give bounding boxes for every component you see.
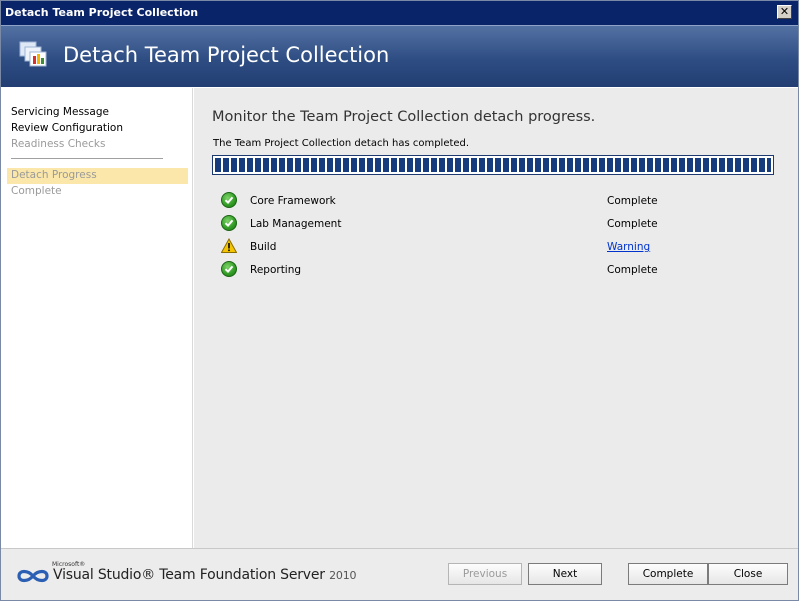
previous-button[interactable]: Previous [448, 563, 522, 585]
task-name: Core Framework [250, 195, 336, 207]
nav-step-readiness-checks: Readiness Checks [11, 138, 106, 150]
close-button[interactable]: Close [708, 563, 788, 585]
task-name: Lab Management [250, 218, 342, 230]
status-message: The Team Project Collection detach has c… [213, 138, 470, 149]
nav-step-detach-progress: Detach Progress [11, 169, 97, 181]
task-row: Lab Management Complete [221, 215, 721, 233]
brand-version: 2010 [329, 569, 357, 582]
wizard-banner: Detach Team Project Collection [1, 25, 798, 87]
section-heading: Monitor the Team Project Collection deta… [212, 109, 596, 125]
next-button[interactable]: Next [528, 563, 602, 585]
window-title: Detach Team Project Collection [5, 6, 199, 19]
success-check-icon [221, 215, 237, 231]
detach-wizard-window: Detach Team Project Collection ✕ Detach … [0, 0, 799, 601]
nav-divider [11, 158, 163, 159]
wizard-steps-nav: Servicing Message Review Configuration R… [1, 88, 193, 548]
task-result: Complete [607, 195, 658, 207]
nav-step-review-configuration[interactable]: Review Configuration [11, 122, 123, 134]
complete-button[interactable]: Complete [628, 563, 708, 585]
brand-name: Visual Studio® Team Foundation Server 20… [53, 567, 357, 583]
task-result: Complete [607, 264, 658, 276]
task-row: Reporting Complete [221, 261, 721, 279]
nav-step-servicing-message[interactable]: Servicing Message [11, 106, 109, 118]
success-check-icon [221, 261, 237, 277]
product-brand: Microsoft® Visual Studio® Team Foundatio… [15, 561, 357, 587]
task-result: Complete [607, 218, 658, 230]
task-row: Core Framework Complete [221, 192, 721, 210]
visual-studio-logo-icon [17, 569, 49, 583]
warning-details-link[interactable]: Warning [607, 241, 650, 253]
progress-bar-fill [215, 158, 771, 172]
close-window-button[interactable]: ✕ [777, 5, 792, 19]
wizard-footer: Microsoft® Visual Studio® Team Foundatio… [1, 548, 798, 600]
page-title: Detach Team Project Collection [63, 43, 390, 67]
team-project-collection-icon [19, 41, 47, 67]
brand-product: Visual Studio® Team Foundation Server [53, 567, 325, 583]
success-check-icon [221, 192, 237, 208]
task-name: Reporting [250, 264, 302, 276]
task-row: Build Warning [221, 238, 721, 256]
title-bar[interactable]: Detach Team Project Collection ✕ [1, 1, 798, 25]
progress-bar [212, 155, 774, 175]
nav-step-complete: Complete [11, 185, 62, 197]
content-panel: Monitor the Team Project Collection deta… [194, 88, 798, 548]
warning-icon [221, 238, 237, 253]
task-name: Build [250, 241, 277, 253]
